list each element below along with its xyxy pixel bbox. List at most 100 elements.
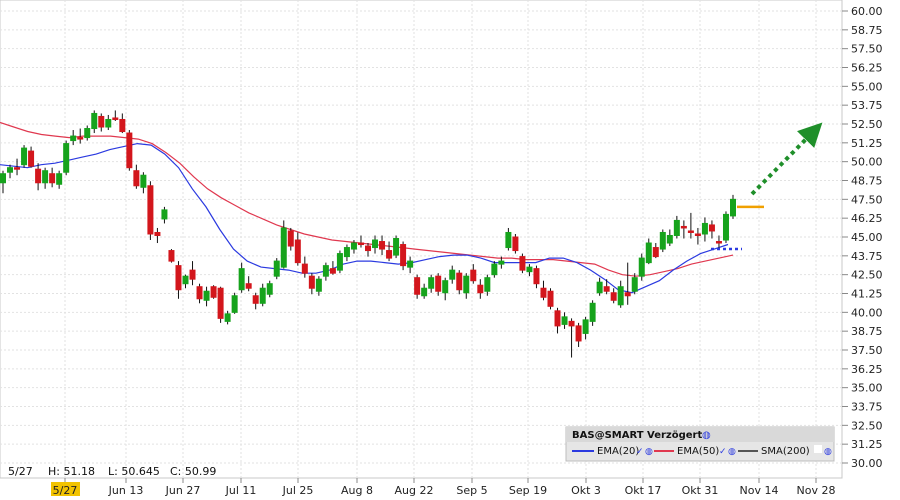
candle-down	[610, 292, 617, 301]
candle-down	[379, 241, 386, 250]
candle-down	[687, 230, 694, 233]
candle-down	[14, 167, 21, 170]
y-tick-label: 37.50	[851, 344, 883, 357]
candle-down	[49, 173, 56, 184]
readout-low: L: 50.645	[108, 465, 160, 478]
candle-up	[56, 173, 63, 185]
candle-down	[435, 275, 442, 292]
candle-down	[715, 241, 722, 244]
candle-down	[512, 236, 519, 252]
y-tick-label: 35.00	[851, 382, 883, 395]
globe-icon[interactable]: ◍	[824, 447, 832, 457]
candle-up	[596, 281, 603, 294]
y-tick-label: 55.00	[851, 80, 883, 93]
candle-up	[203, 290, 210, 301]
candle-down	[133, 170, 140, 187]
candle-down	[210, 286, 217, 298]
x-tick-label: Jun 27	[165, 484, 201, 497]
y-tick-label: 51.25	[851, 137, 883, 150]
candle-down	[308, 275, 315, 289]
x-axis: 5/27 Jun 13 Jun 27 Jul 11 Jul 25 Aug 8 Aug 22 S…	[51, 478, 835, 497]
candle-down	[533, 268, 540, 285]
candle-up	[666, 234, 673, 244]
candle-up	[42, 170, 49, 184]
candlestick-chart: 60.00 58.75 57.50 56.25 55.00 53.75 52.50 51.25…	[0, 0, 883, 497]
legend-label-ema20: EMA(20)	[597, 446, 639, 457]
check-icon[interactable]: ✓	[719, 447, 727, 457]
candle-down	[414, 277, 421, 295]
y-tick-label: 48.75	[851, 175, 883, 188]
candle-up	[273, 260, 280, 277]
x-tick-label: Sep 5	[456, 484, 487, 497]
candle-down	[168, 250, 175, 262]
candle-up	[70, 135, 77, 142]
candle-up	[7, 167, 14, 173]
y-tick-label: 36.25	[851, 363, 883, 376]
candle-up	[617, 286, 624, 306]
legend-toggle[interactable]	[814, 445, 822, 453]
candle-up	[449, 269, 456, 280]
candle-up	[701, 222, 708, 235]
candle-down	[624, 292, 631, 297]
candle-up	[505, 231, 512, 249]
candle-down	[365, 245, 371, 252]
y-tick-label: 31.25	[851, 438, 883, 451]
candle-up	[393, 238, 400, 256]
candle-down	[652, 247, 659, 258]
candle-up	[21, 147, 28, 166]
candle-down	[119, 118, 126, 133]
y-tick-label: 46.25	[851, 212, 883, 225]
candle-up	[582, 319, 589, 334]
candle-up	[498, 260, 505, 265]
candle-up	[336, 253, 343, 271]
globe-icon[interactable]: ◍	[645, 447, 653, 457]
candle-down	[329, 268, 336, 274]
candle-down	[189, 269, 196, 280]
x-tick-label: Okt 3	[571, 484, 601, 497]
candle-up	[91, 112, 98, 130]
candle-up	[631, 277, 638, 292]
candle-down	[294, 239, 301, 264]
check-icon[interactable]: ✓	[636, 447, 644, 457]
candle-up	[589, 302, 596, 322]
legend-box: BAS@SMART Verzögert ◍ EMA(20) ✓ ◍ EMA(50…	[565, 426, 835, 462]
legend-symbol: BAS@SMART Verzögert	[572, 430, 702, 441]
y-tick-label: 40.00	[851, 306, 883, 319]
globe-icon[interactable]: ◍	[728, 447, 736, 457]
x-tick-label: Jul 11	[225, 484, 257, 497]
candle-up	[722, 213, 729, 241]
candle-up	[428, 277, 435, 289]
y-tick-label: 60.00	[851, 5, 883, 18]
candle-up	[421, 287, 428, 297]
candle-up	[491, 263, 498, 276]
candle-up	[161, 209, 168, 220]
candle-up	[442, 280, 449, 294]
x-tick-label: Jun 13	[108, 484, 144, 497]
candle-up	[266, 283, 273, 295]
y-tick-label: 45.00	[851, 231, 883, 244]
candle-up	[238, 268, 245, 291]
candle-down	[680, 225, 687, 229]
candle-down	[456, 272, 463, 291]
readout-high: H: 51.18	[48, 465, 95, 478]
candle-up	[659, 231, 666, 250]
candle-down	[554, 310, 561, 327]
globe-icon[interactable]: ◍	[702, 430, 711, 441]
candle-up	[322, 265, 329, 277]
candle-down	[301, 263, 308, 274]
y-tick-label: 57.50	[851, 43, 883, 56]
candle-up	[259, 287, 266, 304]
candle-up	[140, 174, 147, 188]
x-tick-label: Aug 8	[341, 484, 373, 497]
candle-up	[730, 198, 736, 217]
x-tick-label: Nov 14	[740, 484, 779, 497]
candle-up	[372, 239, 379, 249]
y-tick-label: 33.75	[851, 401, 883, 414]
x-tick-label: Okt 17	[625, 484, 662, 497]
y-tick-label: 30.00	[851, 457, 883, 470]
candle-up	[526, 266, 533, 273]
candle-down	[540, 287, 547, 298]
candle-up	[407, 260, 414, 268]
candle-up	[673, 219, 680, 236]
candle-down	[575, 325, 582, 342]
